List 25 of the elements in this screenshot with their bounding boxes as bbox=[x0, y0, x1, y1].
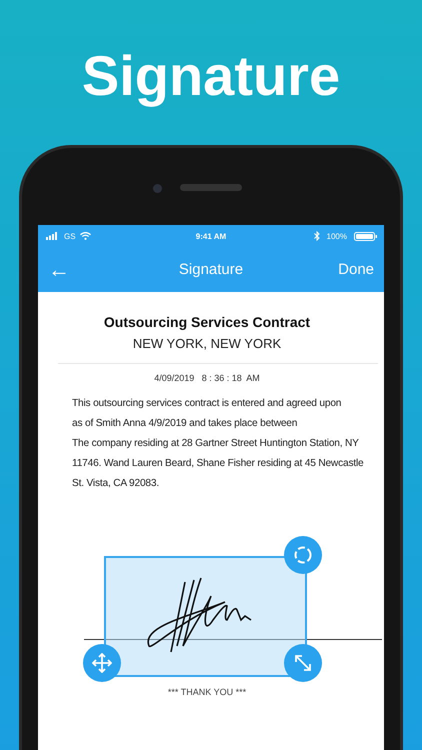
document-location: NEW YORK, NEW YORK bbox=[132, 336, 282, 351]
battery-icon bbox=[354, 232, 378, 240]
back-button[interactable]: ← bbox=[48, 256, 70, 282]
bluetooth-icon bbox=[314, 231, 320, 241]
battery-percent: 100% bbox=[326, 232, 347, 240]
move-handle[interactable] bbox=[83, 644, 121, 682]
carrier-label: GS bbox=[64, 232, 76, 240]
rotate-icon bbox=[293, 545, 313, 565]
clock-time: 9:41 AM bbox=[194, 232, 228, 240]
speaker-grille bbox=[180, 184, 242, 191]
done-button[interactable]: Done bbox=[338, 261, 374, 278]
wifi-icon bbox=[80, 232, 91, 240]
headline: Signature bbox=[82, 44, 340, 109]
document-title: Outsourcing Services Contract bbox=[104, 314, 310, 330]
document-timestamp: 4/09/2019 8 : 36 : 18 AM bbox=[154, 373, 260, 383]
signal-icon bbox=[46, 232, 60, 240]
contract-text: This outsourcing services contract is entered and agreed upon as of Smith Anna 4/9/2019 and takes place between The company residing at 28 Gartner Street Huntington Station, NY 11746. Wand Lauren Beard, Shane Fisher residing at 45 Newcastle St. Vista, CA 92083. bbox=[72, 397, 364, 491]
resize-handle[interactable] bbox=[284, 644, 322, 682]
signature-frame[interactable] bbox=[104, 556, 307, 677]
move-icon bbox=[92, 653, 112, 673]
camera-icon bbox=[153, 184, 162, 193]
closing-text: *** THANK YOU *** bbox=[168, 687, 246, 697]
screen-title: Signature bbox=[178, 261, 244, 278]
rotate-handle[interactable] bbox=[284, 536, 322, 574]
resize-icon bbox=[294, 654, 312, 672]
